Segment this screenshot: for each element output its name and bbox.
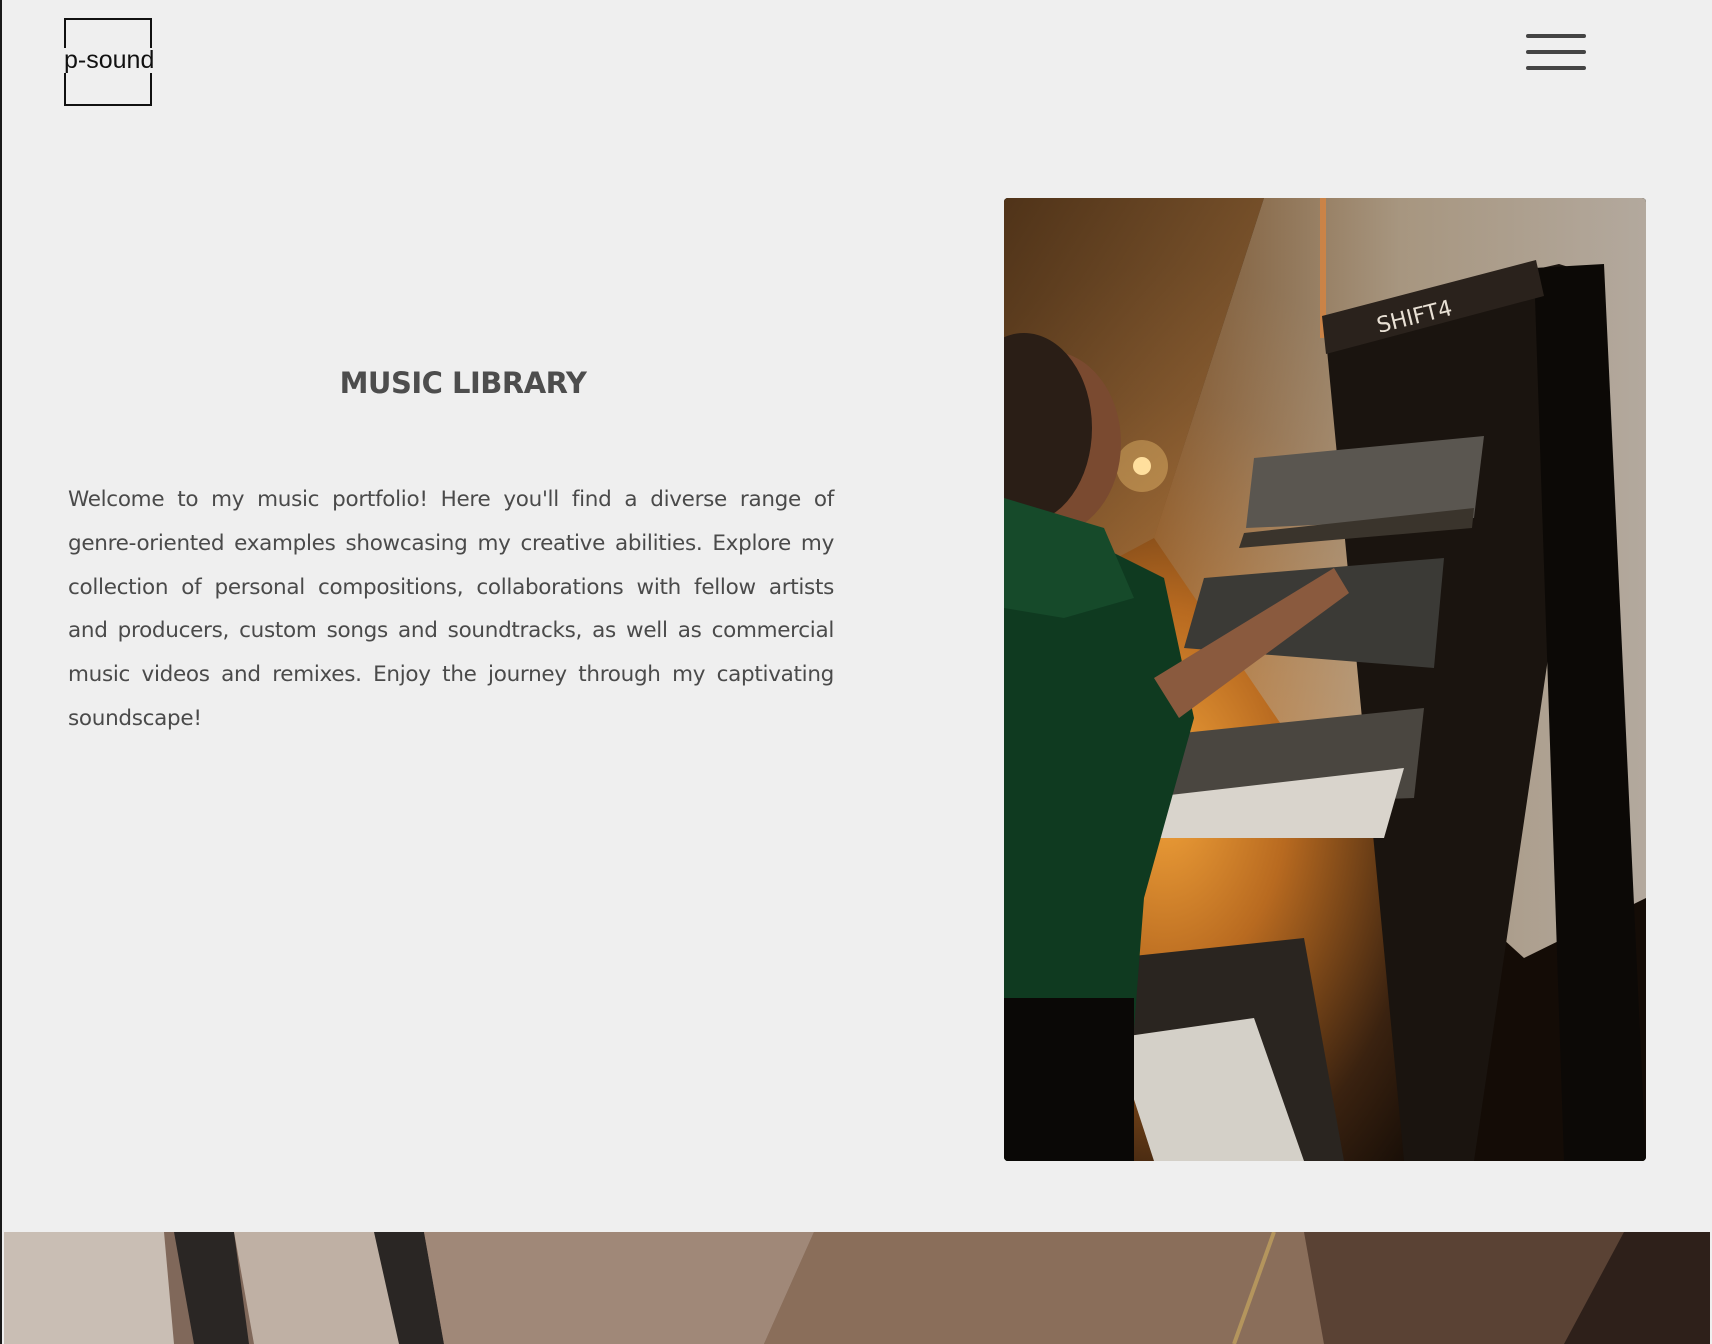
menu-line — [1526, 66, 1586, 70]
banner-image — [4, 1232, 1710, 1344]
menu-line — [1526, 50, 1586, 54]
studio-photo: SHIFT4 — [1004, 198, 1646, 1161]
menu-line — [1526, 34, 1586, 38]
intro-paragraph: Welcome to my music portfolio! Here you'… — [68, 487, 834, 731]
logo-text: p-sound — [62, 46, 157, 74]
menu-button[interactable] — [1526, 34, 1588, 72]
page: p-sound MUSIC LIBRARY Welcome to my musi… — [0, 0, 1712, 1344]
page-title: MUSIC LIBRARY — [339, 366, 587, 400]
site-logo[interactable]: p-sound — [62, 18, 157, 106]
